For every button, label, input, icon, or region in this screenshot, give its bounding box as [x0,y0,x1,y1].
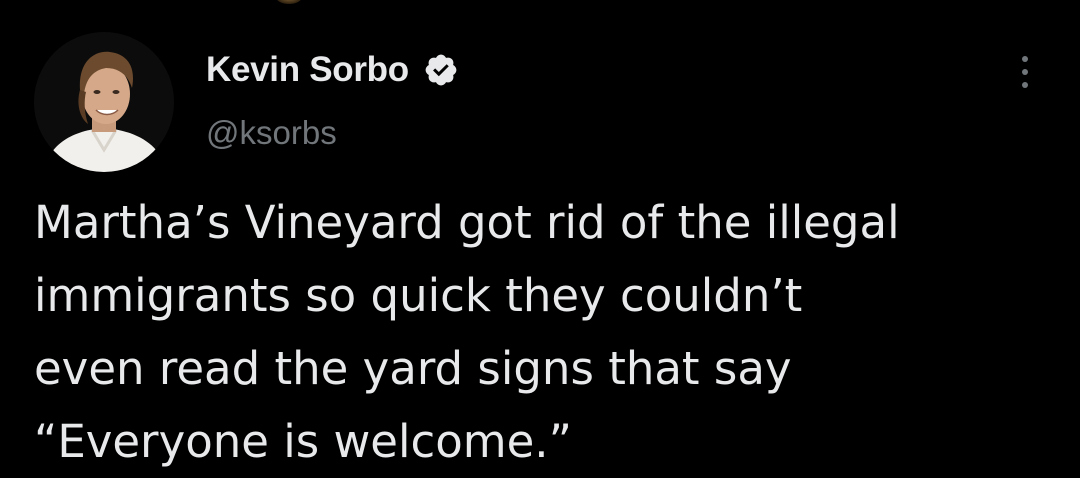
avatar[interactable] [34,32,174,172]
tweet-text-line: “Everyone is welcome.” [34,415,572,468]
decorative-glint [276,0,302,4]
verified-badge-icon [423,52,459,88]
tweet-text-line: even read the yard signs that say [34,342,792,395]
tweet-text-line: Martha’s Vineyard got rid of the illegal [34,196,900,249]
more-dot [1022,56,1028,62]
more-dot [1022,69,1028,75]
more-dot [1022,82,1028,88]
tweet-text: Martha’s Vineyard got rid of the illegal… [34,186,1064,478]
profile-photo-icon [34,32,174,172]
author-name[interactable]: Kevin Sorbo [206,50,459,90]
author-handle[interactable]: @ksorbs [206,114,337,152]
author-name-label[interactable]: Kevin Sorbo [206,50,409,90]
more-options-icon[interactable] [1010,52,1040,92]
tweet-text-line: immigrants so quick they couldn’t [34,269,803,322]
